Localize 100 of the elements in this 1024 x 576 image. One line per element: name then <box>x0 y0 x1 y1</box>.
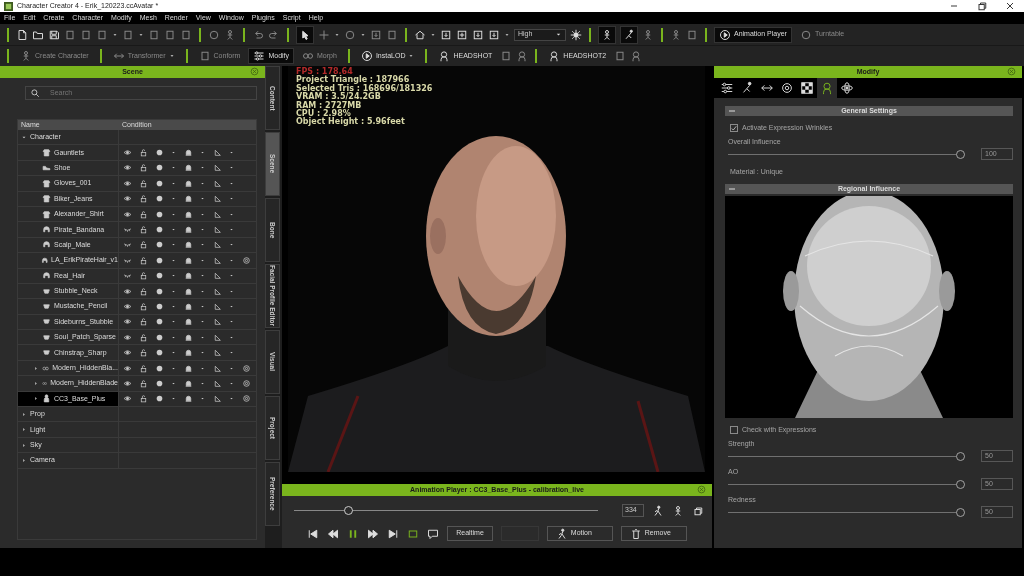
lock-icon[interactable] <box>139 271 148 281</box>
restore-icon[interactable] <box>976 0 988 12</box>
page-icon[interactable] <box>500 50 513 62</box>
lock-icon[interactable] <box>139 148 148 158</box>
bell-icon[interactable] <box>184 317 193 327</box>
eye-icon[interactable] <box>123 378 132 388</box>
folder-icon[interactable] <box>32 28 44 41</box>
move-icon[interactable] <box>318 28 330 41</box>
skip-end-icon[interactable] <box>387 527 400 540</box>
closed-eye-icon[interactable] <box>123 240 132 250</box>
page-icon[interactable] <box>614 50 627 62</box>
play-circle-icon <box>719 28 731 41</box>
cursor-icon[interactable] <box>299 28 311 41</box>
frame-icon[interactable] <box>488 28 500 41</box>
bell-icon[interactable] <box>184 148 193 158</box>
lock-icon[interactable] <box>139 240 148 250</box>
page-icon[interactable] <box>164 28 176 41</box>
walking-figure-icon[interactable] <box>652 504 664 517</box>
caret-icon <box>229 227 234 233</box>
bell-icon[interactable] <box>184 302 193 311</box>
bell-icon[interactable] <box>184 286 193 296</box>
bell-icon[interactable] <box>184 332 193 342</box>
frame-icon[interactable] <box>440 28 452 41</box>
slider-thumb[interactable] <box>344 506 354 515</box>
eye-icon[interactable] <box>123 317 132 327</box>
closed-eye-icon[interactable] <box>123 271 132 281</box>
bell-icon[interactable] <box>184 194 193 204</box>
lock-icon[interactable] <box>139 317 148 327</box>
new-file-icon[interactable] <box>16 28 28 41</box>
bell-icon[interactable] <box>184 363 193 373</box>
page-icon[interactable] <box>686 28 698 41</box>
page-icon[interactable] <box>148 28 160 41</box>
lock-icon[interactable] <box>139 394 148 404</box>
eye-icon[interactable] <box>123 348 132 358</box>
lock-icon[interactable] <box>139 225 148 235</box>
bell-icon[interactable] <box>184 255 193 265</box>
eye-icon[interactable] <box>123 302 132 311</box>
eye-icon[interactable] <box>123 286 132 296</box>
lock-icon[interactable] <box>139 302 148 311</box>
fast-forward-icon[interactable] <box>367 527 380 540</box>
lock-icon[interactable] <box>139 178 148 188</box>
bell-icon[interactable] <box>184 178 193 188</box>
loop-icon[interactable] <box>407 527 420 540</box>
page-icon[interactable] <box>122 28 134 41</box>
circle-icon[interactable] <box>344 28 356 41</box>
lock-icon[interactable] <box>139 378 148 388</box>
head-icon <box>438 50 451 62</box>
eye-icon[interactable] <box>123 209 132 219</box>
caret-icon <box>200 319 205 325</box>
bell-icon[interactable] <box>184 240 193 250</box>
restore-icon[interactable] <box>692 504 704 517</box>
lock-icon[interactable] <box>139 363 148 373</box>
gear-icon[interactable] <box>242 255 251 265</box>
lock-icon[interactable] <box>139 332 148 342</box>
circle-icon[interactable] <box>208 28 220 41</box>
eye-icon[interactable] <box>123 194 132 204</box>
page-icon[interactable] <box>80 28 92 41</box>
speech-bubble-icon[interactable] <box>427 527 440 540</box>
checkerboard-icon <box>800 81 814 95</box>
bell-icon[interactable] <box>184 209 193 219</box>
caret-icon <box>229 242 234 248</box>
save-icon[interactable] <box>48 28 60 41</box>
lock-icon[interactable] <box>139 163 148 173</box>
frame-icon[interactable] <box>472 28 484 41</box>
caret-icon <box>171 150 176 156</box>
page-icon[interactable] <box>386 28 398 41</box>
page-icon[interactable] <box>64 28 76 41</box>
stat-line: VRAM : 3.5/24.2GB <box>296 93 381 102</box>
eye-icon[interactable] <box>123 148 132 158</box>
eye-icon[interactable] <box>123 394 132 404</box>
skip-start-icon[interactable] <box>307 527 320 540</box>
eye-icon[interactable] <box>123 163 132 173</box>
lock-icon[interactable] <box>139 286 148 296</box>
page-icon[interactable] <box>96 28 108 41</box>
head-icon[interactable] <box>630 50 643 62</box>
bell-icon[interactable] <box>184 348 193 358</box>
frame-icon[interactable] <box>370 28 382 41</box>
eye-icon[interactable] <box>123 178 132 188</box>
sun-icon[interactable] <box>570 28 582 41</box>
closed-eye-icon[interactable] <box>123 225 132 235</box>
pose-icon[interactable] <box>623 28 635 41</box>
lock-icon[interactable] <box>139 209 148 219</box>
bell-icon[interactable] <box>184 378 193 388</box>
page-icon[interactable] <box>180 28 192 41</box>
lock-icon[interactable] <box>139 348 148 358</box>
bell-icon[interactable] <box>184 271 193 281</box>
bell-icon[interactable] <box>184 394 193 404</box>
caret-icon <box>229 334 234 340</box>
rewind-icon[interactable] <box>327 527 340 540</box>
bell-icon[interactable] <box>184 225 193 235</box>
bell-icon[interactable] <box>184 163 193 173</box>
lock-icon[interactable] <box>139 194 148 204</box>
plus-box-icon[interactable] <box>456 28 468 41</box>
home-icon[interactable] <box>414 28 426 41</box>
close-icon[interactable] <box>1004 0 1016 12</box>
eye-icon[interactable] <box>123 332 132 342</box>
caret-icon <box>200 227 205 233</box>
eye-icon[interactable] <box>123 363 132 373</box>
lock-icon[interactable] <box>139 255 148 265</box>
head-icon[interactable] <box>516 50 529 62</box>
